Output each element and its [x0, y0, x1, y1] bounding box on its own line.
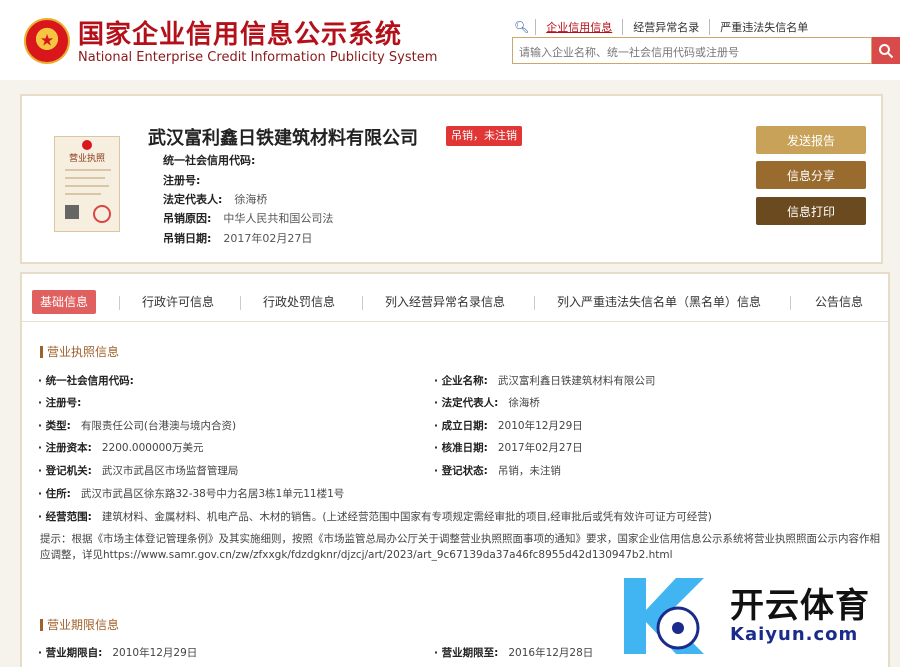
field-registration-status: · 登记状态: 吊销，未注销	[434, 465, 561, 477]
field-approval-date: · 核准日期: 2017年02月27日	[434, 442, 583, 454]
site-header: ★ 国家企业信用信息公示系统 National Enterprise Credi…	[0, 0, 900, 80]
field-term-from: · 营业期限自: 2010年12月29日	[38, 647, 198, 659]
share-info-button[interactable]: 信息分享	[756, 161, 866, 189]
magnifier-icon	[879, 43, 894, 58]
company-name: 武汉富利鑫日铁建筑材料有限公司	[148, 128, 418, 149]
send-report-button[interactable]: 发送报告	[756, 126, 866, 154]
field-registered-capital: · 注册资本: 2200.000000万美元	[38, 442, 204, 454]
seal-icon	[93, 205, 111, 223]
search-tab-credit[interactable]: 企业信用信息	[535, 19, 622, 35]
system-title-cn: 国家企业信用信息公示系统	[78, 20, 403, 50]
system-title-en: National Enterprise Credit Information P…	[78, 50, 438, 65]
qr-code-icon	[65, 205, 79, 219]
field-established-date: · 成立日期: 2010年12月29日	[434, 420, 583, 432]
field-reg-number: · 注册号:	[38, 397, 82, 409]
section-title-term: 营业期限信息	[40, 616, 119, 633]
field-company-type: · 类型: 有限责任公司(台港澳与境内合资)	[38, 420, 237, 432]
search-tabs: 🔍︎ 企业信用信息 经营异常名录 严重违法失信名单	[514, 19, 818, 35]
field-company-name: · 企业名称: 武汉富利鑫日铁建筑材料有限公司	[434, 375, 656, 387]
search-input[interactable]: 请输入企业名称、统一社会信用代码或注册号	[512, 37, 872, 64]
tab-abnormal-list[interactable]: 列入经营异常名录信息	[385, 290, 505, 314]
info-tabs: 基础信息 行政许可信息 行政处罚信息 列入经营异常名录信息 列入严重违法失信名单…	[22, 284, 888, 322]
tab-blacklist[interactable]: 列入严重违法失信名单（黑名单）信息	[557, 290, 761, 314]
tab-announcements[interactable]: 公告信息	[815, 290, 863, 314]
search-button[interactable]	[872, 37, 900, 64]
section-title-license: 营业执照信息	[40, 343, 119, 360]
watermark-overlay: 开云体育 Kaiyun.com	[616, 560, 900, 667]
tab-admin-license[interactable]: 行政许可信息	[142, 290, 214, 314]
info-legal-rep: 法定代表人: 徐海桥	[163, 193, 268, 206]
emblem-mini-icon	[82, 140, 92, 150]
tab-basic-info[interactable]: 基础信息	[32, 290, 97, 314]
field-business-scope: · 经营范围: 建筑材料、金属材料、机电产品、木材的销售。(上述经营范围中国家有专…	[38, 511, 712, 523]
company-summary-panel: 营业执照 武汉富利鑫日铁建筑材料有限公司 吊销，未注销 统一社会信用代码: 注册…	[20, 94, 883, 264]
search-tab-abnormal[interactable]: 经营异常名录	[622, 19, 709, 35]
business-license-thumbnail[interactable]: 营业执照	[54, 136, 120, 232]
status-badge: 吊销，未注销	[446, 126, 522, 146]
info-revoke-reason: 吊销原因: 中华人民共和国公司法	[163, 212, 334, 225]
info-credit-code: 统一社会信用代码:	[163, 154, 256, 167]
field-legal-rep: · 法定代表人: 徐海桥	[434, 397, 540, 409]
info-reg-number: 注册号:	[163, 174, 201, 187]
search-tab-blacklist[interactable]: 严重违法失信名单	[709, 19, 818, 35]
search-icon: 🔍︎	[514, 20, 530, 34]
watermark-cn: 开云体育	[730, 586, 870, 626]
watermark-logo-icon	[624, 578, 704, 654]
tab-admin-penalty[interactable]: 行政处罚信息	[263, 290, 335, 314]
field-term-to: · 营业期限至: 2016年12月28日	[434, 647, 594, 659]
info-revoke-date: 吊销日期: 2017年02月27日	[163, 232, 313, 245]
watermark-en: Kaiyun.com	[730, 624, 859, 645]
print-info-button[interactable]: 信息打印	[756, 197, 866, 225]
national-emblem-icon: ★	[24, 18, 70, 64]
adjustment-notice: 提示：根据《市场主体登记管理条例》及其实施细则，按照《市场监管总局办公厅关于调整…	[40, 533, 880, 561]
license-thumb-title: 营业执照	[68, 154, 105, 164]
field-registration-authority: · 登记机关: 武汉市武昌区市场监督管理局	[38, 465, 239, 477]
field-address: · 住所: 武汉市武昌区徐东路32-38号中力名居3栋1单元11楼1号	[38, 488, 345, 500]
field-credit-code: · 统一社会信用代码:	[38, 375, 134, 387]
